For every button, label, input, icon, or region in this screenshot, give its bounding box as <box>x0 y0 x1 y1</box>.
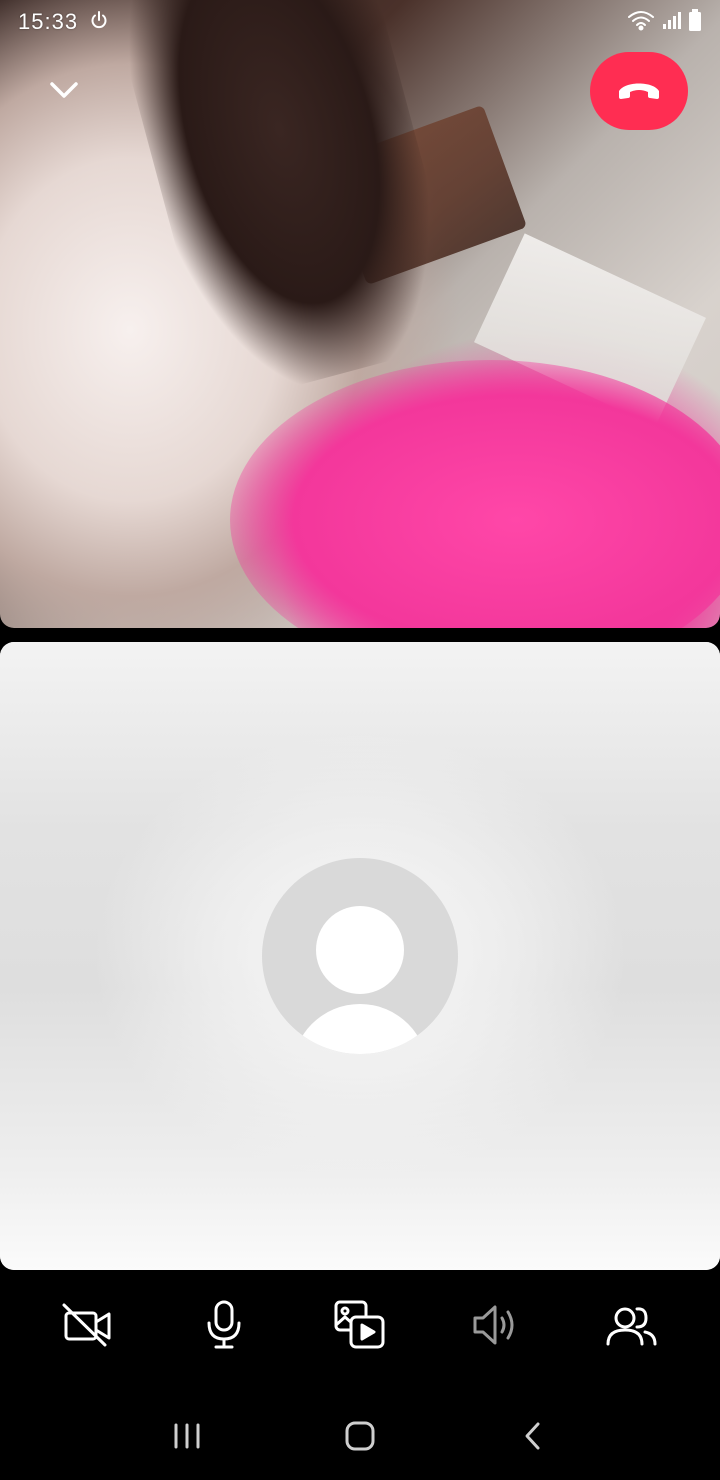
microphone-icon <box>204 1299 244 1356</box>
video-call-screen: 15:33 <box>0 0 720 1480</box>
call-controls-bar <box>0 1282 720 1372</box>
share-media-button[interactable] <box>324 1291 396 1363</box>
minimize-call-button[interactable] <box>40 72 88 112</box>
video-person-hair <box>110 0 470 407</box>
media-share-icon <box>333 1299 387 1356</box>
back-button[interactable] <box>503 1408 563 1468</box>
home-button[interactable] <box>330 1408 390 1468</box>
end-call-button[interactable] <box>590 52 688 130</box>
home-icon <box>344 1420 376 1457</box>
status-time: 15:33 <box>18 9 79 34</box>
battery-icon <box>688 8 702 37</box>
chevron-down-icon <box>46 78 82 107</box>
recents-button[interactable] <box>157 1408 217 1468</box>
hang-up-icon <box>615 75 663 108</box>
participants-button[interactable] <box>596 1291 668 1363</box>
wifi-icon <box>626 9 656 36</box>
signal-icon <box>662 9 682 36</box>
status-bar: 15:33 <box>0 0 720 44</box>
speaker-icon <box>471 1302 521 1353</box>
people-icon <box>605 1302 659 1353</box>
speaker-button[interactable] <box>460 1291 532 1363</box>
default-avatar-icon <box>262 858 458 1054</box>
back-icon <box>522 1421 544 1456</box>
microphone-button[interactable] <box>188 1291 260 1363</box>
camera-off-button[interactable] <box>52 1291 124 1363</box>
recents-icon <box>172 1422 202 1455</box>
self-video-tile[interactable] <box>0 642 720 1270</box>
camera-off-icon <box>61 1301 115 1354</box>
system-navigation-bar <box>0 1396 720 1480</box>
video-person-shirt <box>230 360 720 628</box>
power-icon <box>88 9 110 36</box>
